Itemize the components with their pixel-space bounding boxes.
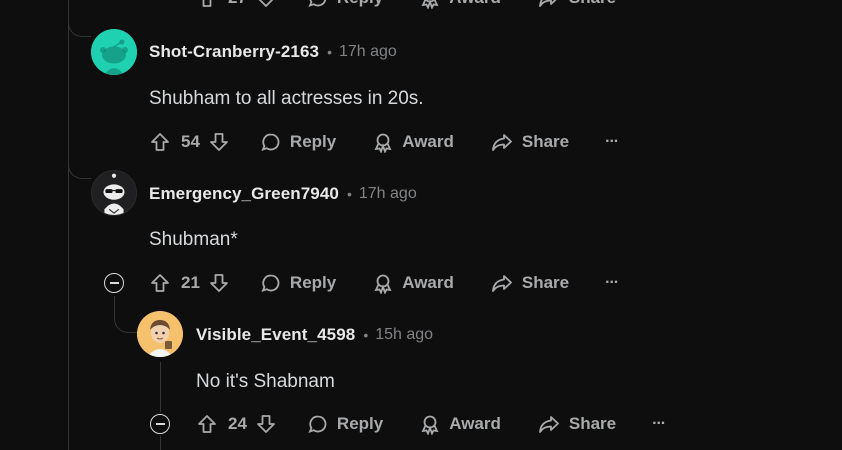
vote-count: 54 [181, 132, 200, 151]
downvote-button[interactable] [255, 413, 277, 435]
meta-separator: • [346, 186, 352, 202]
more-options-button[interactable]: ··· [652, 0, 666, 7]
vote-count: 21 [181, 273, 200, 292]
award-icon [421, 415, 439, 435]
upvote-icon [198, 415, 216, 433]
thread-line-child [160, 436, 161, 450]
share-label: Share [569, 0, 616, 8]
reply-button[interactable]: Reply [260, 272, 336, 294]
thread-connector [68, 8, 91, 37]
thread-line-root [68, 0, 69, 450]
reply-label: Reply [289, 132, 337, 151]
reply-button[interactable]: Reply [307, 413, 383, 435]
share-label: Share [568, 414, 617, 433]
upvote-icon [151, 133, 169, 151]
top-action-bar: 27 Reply Award Share ··· [196, 0, 666, 13]
reply-label: Reply [336, 414, 384, 433]
share-icon [538, 416, 559, 433]
award-label: Award [449, 414, 501, 433]
reply-icon [261, 133, 280, 151]
more-options-button[interactable]: ··· [652, 415, 666, 433]
reply-button[interactable]: Reply [260, 131, 336, 153]
downvote-icon [210, 274, 228, 292]
reply-icon [261, 274, 280, 292]
thread-connector [68, 150, 91, 179]
timestamp[interactable]: 17h ago [359, 185, 417, 203]
upvote-button[interactable] [196, 0, 218, 9]
reply-icon [308, 0, 327, 7]
snoo-sunglasses-avatar-icon [92, 171, 136, 215]
award-icon [374, 274, 392, 294]
username[interactable]: Shot-Cranberry-2163 [149, 42, 319, 62]
reply-label: Reply [289, 273, 337, 292]
thread-line-child [160, 362, 161, 412]
upvote-button[interactable] [149, 131, 171, 153]
award-label: Award [402, 132, 454, 151]
reply-icon [308, 415, 327, 433]
comment-action-bar: 24 Reply Award Share ··· [196, 409, 666, 439]
share-icon [538, 0, 557, 7]
comment-body: Shubham to all actresses in 20s. [149, 88, 424, 109]
award-button[interactable]: Award [419, 0, 501, 9]
share-button[interactable]: Share [537, 413, 616, 435]
award-label: Award [402, 273, 454, 292]
award-button[interactable]: Award [372, 131, 454, 153]
share-button[interactable]: Share [537, 0, 616, 9]
collapse-thread-button[interactable] [150, 414, 170, 434]
award-icon [374, 133, 392, 153]
comment-meta: Emergency_Green7940 • 17h ago [149, 183, 417, 205]
upvote-button[interactable] [196, 413, 218, 435]
downvote-button[interactable] [208, 131, 230, 153]
upvote-icon [202, 0, 212, 7]
vote-count: 27 [228, 0, 247, 8]
downvote-icon [210, 133, 228, 151]
meta-separator: • [363, 327, 369, 343]
comment-body: No it's Shabnam [196, 371, 335, 392]
vote-count: 24 [228, 414, 247, 433]
share-button[interactable]: Share [490, 272, 569, 294]
more-options-button[interactable]: ··· [605, 133, 619, 151]
more-options-button[interactable]: ··· [605, 274, 619, 292]
timestamp[interactable]: 17h ago [339, 43, 397, 61]
avatar[interactable] [91, 170, 137, 216]
comment-action-bar: 21 Reply Award Share ··· [149, 268, 619, 298]
share-label: Share [521, 273, 570, 292]
award-label: Award [449, 0, 501, 8]
avatar[interactable] [91, 29, 137, 75]
downvote-button[interactable] [208, 272, 230, 294]
username[interactable]: Visible_Event_4598 [196, 325, 355, 345]
reply-label: Reply [337, 0, 383, 8]
award-icon [421, 0, 439, 9]
comment-meta: Shot-Cranberry-2163 • 17h ago [149, 41, 397, 63]
cartoon-person-avatar-icon [137, 311, 183, 357]
reply-button[interactable]: Reply [307, 0, 383, 9]
thread-connector [114, 296, 137, 333]
comment-body: Shubman* [149, 229, 238, 250]
upvote-icon [151, 274, 169, 292]
snoo-avatar-icon [91, 29, 137, 75]
timestamp[interactable]: 15h ago [375, 326, 433, 344]
username[interactable]: Emergency_Green7940 [149, 184, 339, 204]
collapse-thread-button[interactable] [104, 273, 124, 293]
share-icon [491, 134, 512, 151]
share-label: Share [521, 132, 570, 151]
comment-meta: Visible_Event_4598 • 15h ago [196, 324, 433, 346]
share-button[interactable]: Share [490, 131, 569, 153]
downvote-icon [258, 0, 274, 7]
downvote-button[interactable] [255, 0, 277, 9]
award-button[interactable]: Award [419, 413, 501, 435]
downvote-icon [257, 415, 275, 433]
upvote-button[interactable] [149, 272, 171, 294]
avatar[interactable] [137, 311, 183, 357]
meta-separator: • [327, 44, 332, 60]
comment-action-bar: 54 Reply Award Share ··· [149, 127, 619, 157]
share-icon [491, 275, 512, 292]
award-button[interactable]: Award [372, 272, 454, 294]
